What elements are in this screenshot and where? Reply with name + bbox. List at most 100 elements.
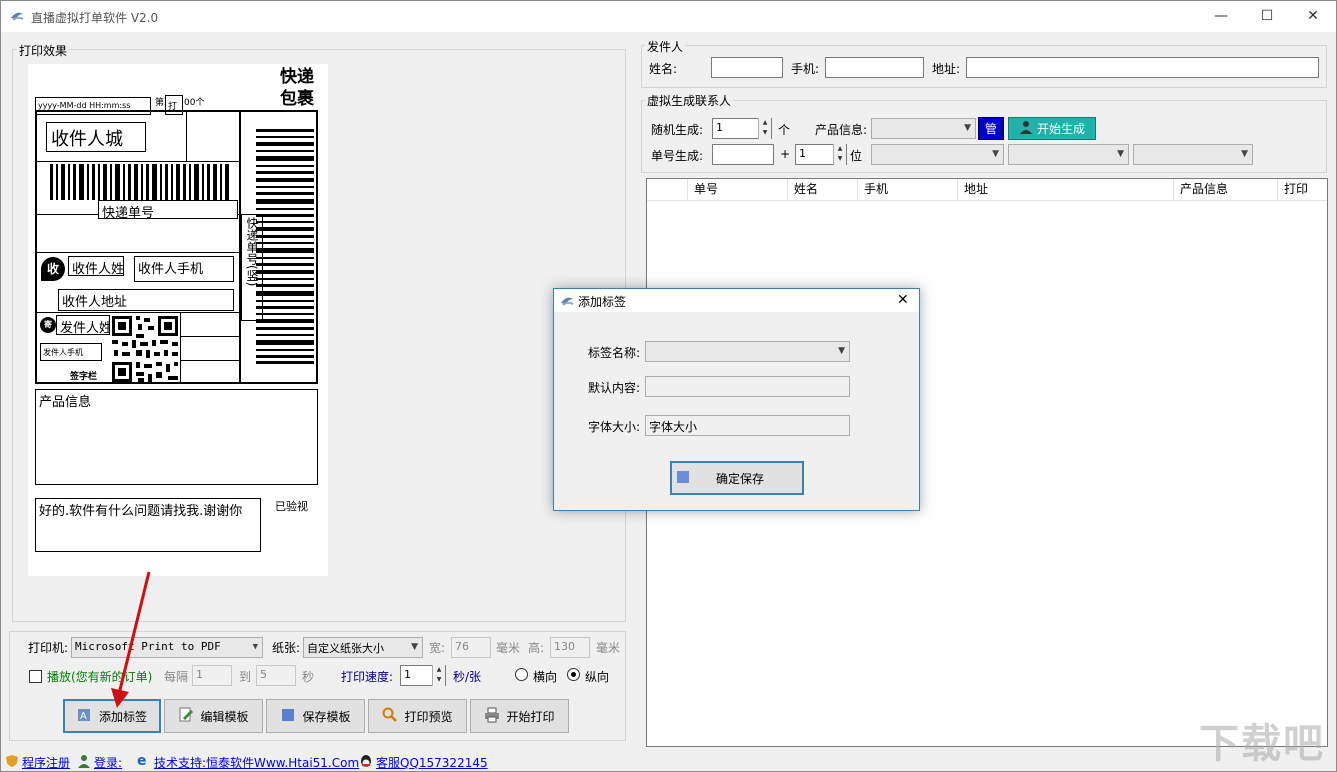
minimize-button[interactable]: — bbox=[1198, 1, 1244, 31]
column-header[interactable]: 单号 bbox=[688, 179, 788, 201]
sender-name-label: 姓名: bbox=[649, 62, 678, 76]
height-input[interactable]: 130 bbox=[550, 637, 590, 658]
support-link[interactable]: 技术支持:恒泰软件Www.Htai51.Com bbox=[154, 754, 359, 771]
print-preview-button[interactable]: 打印预览 bbox=[368, 699, 467, 733]
manage-button[interactable]: 管 bbox=[978, 117, 1004, 140]
order-label: 单号生成: bbox=[651, 149, 704, 163]
red-arrow-annotation bbox=[111, 571, 151, 708]
watermark: 下载吧 bbox=[1199, 721, 1325, 767]
edit-template-button[interactable]: 编辑模板 bbox=[164, 699, 263, 733]
print-no-prefix: 第 bbox=[155, 98, 165, 108]
recipient-address-field: 收件人地址 bbox=[58, 289, 234, 311]
signature-label: 签字栏 bbox=[70, 372, 98, 382]
printer-select[interactable]: Microsoft Print to PDF ▼ bbox=[71, 637, 263, 658]
login-icon bbox=[77, 754, 91, 771]
recipient-phone-field: 收件人手机 bbox=[134, 256, 234, 282]
product-label: 产品信息: bbox=[815, 123, 868, 137]
save-template-label: 保存模板 bbox=[302, 709, 351, 724]
edit-icon bbox=[178, 707, 194, 726]
product-info-field: 产品信息 bbox=[35, 389, 318, 485]
virtual-group-label: 虚拟生成联系人 bbox=[645, 92, 734, 109]
random-spinner[interactable]: ▲ ▼ bbox=[758, 118, 771, 139]
app-icon bbox=[9, 8, 25, 24]
qq-icon bbox=[359, 754, 373, 771]
dialog-app-icon bbox=[559, 293, 575, 312]
paper-select[interactable]: 自定义纸张大小 ▼ bbox=[303, 637, 423, 658]
sender-phone-label: 手机: bbox=[791, 62, 820, 76]
dialog-title-bar: 添加标签 ✕ bbox=[554, 289, 919, 312]
print-effect-label: 打印效果 bbox=[17, 42, 70, 59]
height-unit: 毫米 bbox=[596, 641, 621, 655]
confirm-save-label: 确定保存 bbox=[716, 471, 765, 486]
print-preview-label: 打印预览 bbox=[404, 709, 453, 724]
to-input[interactable]: 5 bbox=[256, 665, 296, 686]
default-content-label: 默认内容: bbox=[588, 381, 641, 395]
edit-template-label: 编辑模板 bbox=[200, 709, 249, 724]
column-header[interactable]: 姓名 bbox=[788, 179, 858, 201]
play-checkbox[interactable] bbox=[29, 670, 42, 683]
speed-spinner[interactable]: ▲ ▼ bbox=[432, 665, 445, 686]
confirm-save-button[interactable]: 确定保存 bbox=[670, 461, 804, 495]
generate-button[interactable]: 开始生成 bbox=[1008, 117, 1096, 140]
column-header[interactable]: 打印 bbox=[1278, 179, 1327, 201]
order-select-1[interactable]: ▼ bbox=[871, 144, 1004, 165]
column-header[interactable]: 地址 bbox=[958, 179, 1174, 201]
table-header: 单号 姓名 手机 地址 产品信息 打印 bbox=[647, 179, 1327, 201]
ie-icon: e bbox=[137, 753, 147, 769]
default-content-input[interactable] bbox=[645, 376, 850, 397]
sender-phone-input[interactable] bbox=[825, 57, 924, 78]
column-header[interactable]: 手机 bbox=[858, 179, 958, 201]
font-size-input[interactable]: 字体大小 bbox=[645, 415, 850, 436]
sender-name-field: 发件人姓 bbox=[56, 315, 110, 335]
recipient-city-field: 收件人城 bbox=[46, 122, 146, 152]
printer-icon bbox=[484, 707, 500, 726]
register-link[interactable]: 程序注册 bbox=[22, 754, 70, 771]
paper-label: 纸张: bbox=[272, 641, 301, 655]
width-input[interactable]: 76 bbox=[451, 637, 491, 658]
height-label: 高: bbox=[528, 641, 545, 655]
inspected-label: 已验视 bbox=[275, 500, 308, 513]
receive-badge: 收 bbox=[41, 257, 65, 281]
digits-spinner[interactable]: ▲ ▼ bbox=[833, 144, 846, 165]
interval-input[interactable]: 1 bbox=[192, 665, 232, 686]
maximize-button[interactable]: ☐ bbox=[1244, 1, 1290, 31]
product-select[interactable]: ▼ bbox=[871, 118, 976, 139]
save-template-button[interactable]: 保存模板 bbox=[266, 699, 365, 733]
recipient-name-field: 收件人姓 bbox=[68, 256, 124, 276]
svg-text:A: A bbox=[80, 711, 87, 722]
add-tag-dialog: 添加标签 ✕ 标签名称: ▼ 默认内容: 字体大小: 字体大小 确定保存 bbox=[553, 288, 920, 511]
express-title: 快递 包裹 bbox=[280, 67, 314, 109]
landscape-radio[interactable] bbox=[515, 668, 528, 681]
save-icon bbox=[676, 470, 690, 487]
tracking-no-field: 快递单号 bbox=[98, 200, 238, 219]
main-window: 直播虚拟打单软件 V2.0 — ☐ ✕ 打印效果 快递 包裹 yyyy-MM-d… bbox=[0, 0, 1337, 772]
width-label: 宽: bbox=[429, 641, 446, 655]
sender-phone-field: 发件人手机 bbox=[40, 343, 102, 361]
sender-address-input[interactable] bbox=[966, 57, 1319, 78]
service-link[interactable]: 客服QQ157322145 bbox=[376, 754, 488, 771]
portrait-radio[interactable] bbox=[567, 668, 580, 681]
start-print-button[interactable]: 开始打印 bbox=[470, 699, 569, 733]
order-select-3[interactable]: ▼ bbox=[1133, 144, 1253, 165]
start-print-label: 开始打印 bbox=[506, 709, 555, 724]
sec-label: 秒 bbox=[302, 670, 315, 684]
digits-unit: 位 bbox=[850, 149, 863, 163]
random-unit: 个 bbox=[778, 123, 791, 137]
dialog-close-button[interactable]: ✕ bbox=[897, 292, 909, 308]
sender-name-input[interactable] bbox=[711, 57, 783, 78]
order-select-2[interactable]: ▼ bbox=[1008, 144, 1129, 165]
printer-label: 打印机: bbox=[28, 641, 69, 655]
tag-name-select[interactable]: ▼ bbox=[645, 341, 850, 362]
column-header[interactable]: 产品信息 bbox=[1174, 179, 1278, 201]
close-button[interactable]: ✕ bbox=[1290, 1, 1336, 31]
login-link[interactable]: 登录: bbox=[94, 754, 122, 771]
print-no-suffix: 00个 bbox=[184, 98, 205, 108]
font-size-label: 字体大小: bbox=[588, 420, 641, 434]
save-icon bbox=[280, 707, 296, 726]
sender-group-label: 发件人 bbox=[645, 38, 686, 55]
send-badge: 寄 bbox=[40, 317, 56, 333]
order-prefix-input[interactable] bbox=[712, 144, 774, 165]
column-header[interactable] bbox=[647, 179, 688, 201]
to-label: 到 bbox=[239, 670, 252, 684]
speed-label: 打印速度: bbox=[341, 670, 394, 684]
